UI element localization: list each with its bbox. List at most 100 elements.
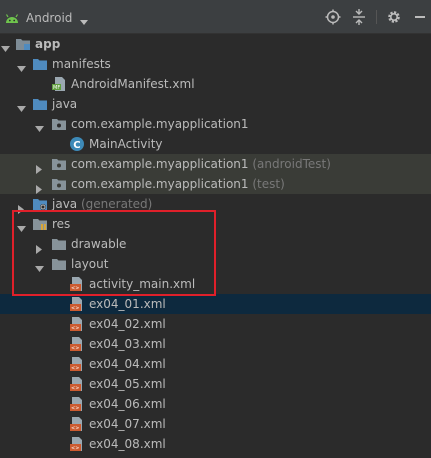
chevron-down-icon[interactable]: [17, 220, 26, 232]
generated-folder-icon: [32, 196, 48, 212]
tree-label-java: java: [52, 97, 78, 111]
svg-text:<>: <>: [71, 286, 79, 292]
tree-label-layout: layout: [71, 257, 109, 271]
tree-node-layout-file[interactable]: <> activity_main.xml: [0, 274, 431, 294]
tree-node-java-generated[interactable]: java (generated): [0, 194, 431, 214]
tree-node-package-main[interactable]: com.example.myapplication1: [0, 114, 431, 134]
folder-icon: [51, 256, 67, 272]
tree-node-android-manifest[interactable]: MF AndroidManifest.xml: [0, 74, 431, 94]
folder-name: java: [52, 197, 78, 211]
tree-node-manifests[interactable]: manifests: [0, 54, 431, 74]
package-icon: [51, 156, 67, 172]
svg-text:<>: <>: [71, 386, 79, 392]
hide-minus-icon[interactable]: [411, 8, 429, 26]
tree-label-package-android-test: com.example.myapplication1 (androidTest): [71, 154, 331, 174]
source-set-suffix: (androidTest): [252, 157, 331, 171]
chevron-down-icon[interactable]: [17, 60, 26, 72]
chevron-down-icon[interactable]: [35, 120, 44, 132]
svg-text:<>: <>: [71, 406, 79, 412]
module-folder-icon: [15, 36, 31, 52]
android-icon: [4, 11, 20, 25]
tree-node-layout-file[interactable]: <> ex04_05.xml: [0, 374, 431, 394]
svg-text:C: C: [73, 140, 80, 151]
svg-text:MF: MF: [53, 85, 60, 91]
collapse-all-icon[interactable]: [350, 8, 368, 26]
svg-text:<>: <>: [71, 446, 79, 452]
manifest-file-icon: MF: [51, 76, 67, 92]
svg-text:<>: <>: [71, 326, 79, 332]
tree-label-layout-file: ex04_08.xml: [89, 437, 166, 451]
project-toolbar: Android: [0, 0, 431, 34]
tree-label-layout-file: ex04_03.xml: [89, 337, 166, 351]
source-folder-icon: [32, 96, 48, 112]
svg-text:<>: <>: [71, 346, 79, 352]
settings-gear-icon[interactable]: [385, 8, 403, 26]
tree-label-app: app: [35, 37, 61, 51]
tree-label-layout-file: activity_main.xml: [89, 277, 196, 291]
chevron-down-icon[interactable]: [35, 260, 44, 272]
source-set-suffix: (test): [252, 177, 285, 191]
svg-text:<>: <>: [71, 306, 79, 312]
tree-label-layout-file: ex04_07.xml: [89, 417, 166, 431]
tree-node-main-activity[interactable]: C MainActivity: [0, 134, 431, 154]
tree-label-drawable: drawable: [71, 237, 127, 251]
tree-node-layout-file[interactable]: <> ex04_02.xml: [0, 314, 431, 334]
tree-label-manifests: manifests: [52, 57, 111, 71]
tree-label-res: res: [52, 217, 71, 231]
tree-label-package-test: com.example.myapplication1 (test): [71, 174, 285, 194]
tree-node-layout-file[interactable]: <> ex04_08.xml: [0, 434, 431, 454]
tree-label-main-activity: MainActivity: [89, 137, 163, 151]
tree-node-java[interactable]: java: [0, 94, 431, 114]
tree-label-android-manifest: AndroidManifest.xml: [71, 77, 195, 91]
toolbar-separator: [376, 10, 377, 24]
view-selector[interactable]: Android: [4, 9, 89, 27]
chevron-down-icon[interactable]: [17, 100, 26, 112]
svg-text:<>: <>: [71, 426, 79, 432]
package-icon: [51, 116, 67, 132]
xml-file-icon: <>: [69, 416, 85, 432]
xml-file-icon: <>: [69, 316, 85, 332]
tree-label-package-main: com.example.myapplication1: [71, 117, 249, 131]
xml-file-icon: <>: [69, 396, 85, 412]
tree-node-app[interactable]: app: [0, 34, 431, 54]
folder-icon: [51, 236, 67, 252]
tree-node-drawable[interactable]: drawable: [0, 234, 431, 254]
xml-file-icon: <>: [69, 276, 85, 292]
chevron-right-icon[interactable]: [35, 160, 44, 174]
tree-label-layout-file: ex04_04.xml: [89, 357, 166, 371]
tree-node-res[interactable]: res: [0, 214, 431, 234]
package-name: com.example.myapplication1: [71, 177, 249, 191]
chevron-down-icon[interactable]: [1, 40, 10, 52]
generated-suffix: (generated): [80, 197, 153, 211]
tree-label-layout-file: ex04_01.xml: [89, 297, 166, 311]
tree-node-package-android-test[interactable]: com.example.myapplication1 (androidTest): [0, 154, 431, 174]
xml-file-icon: <>: [69, 376, 85, 392]
tree-node-layout-file[interactable]: <> ex04_01.xml: [0, 294, 431, 314]
folder-icon: [32, 56, 48, 72]
xml-file-icon: <>: [69, 336, 85, 352]
chevron-down-icon: [80, 15, 89, 25]
tree-node-package-test[interactable]: com.example.myapplication1 (test): [0, 174, 431, 194]
xml-file-icon: <>: [69, 296, 85, 312]
class-icon: C: [69, 136, 85, 152]
chevron-right-icon[interactable]: [35, 240, 44, 254]
tree-node-layout[interactable]: layout: [0, 254, 431, 274]
package-name: com.example.myapplication1: [71, 157, 249, 171]
tree-label-layout-file: ex04_06.xml: [89, 397, 166, 411]
tree-node-layout-file[interactable]: <> ex04_04.xml: [0, 354, 431, 374]
package-icon: [51, 176, 67, 192]
resource-folder-icon: [32, 216, 48, 232]
tree-label-layout-file: ex04_05.xml: [89, 377, 166, 391]
view-title: Android: [26, 11, 73, 25]
chevron-right-icon[interactable]: [17, 200, 26, 214]
chevron-right-icon[interactable]: [35, 180, 44, 194]
tree-node-layout-file[interactable]: <> ex04_07.xml: [0, 414, 431, 434]
project-tree: app manifests MF AndroidManifest.xml jav: [0, 34, 431, 454]
tree-node-layout-file[interactable]: <> ex04_03.xml: [0, 334, 431, 354]
svg-text:<>: <>: [71, 366, 79, 372]
xml-file-icon: <>: [69, 356, 85, 372]
tree-label-java-generated: java (generated): [52, 194, 152, 214]
tree-node-layout-file[interactable]: <> ex04_06.xml: [0, 394, 431, 414]
locate-icon[interactable]: [324, 8, 342, 26]
tree-label-layout-file: ex04_02.xml: [89, 317, 166, 331]
